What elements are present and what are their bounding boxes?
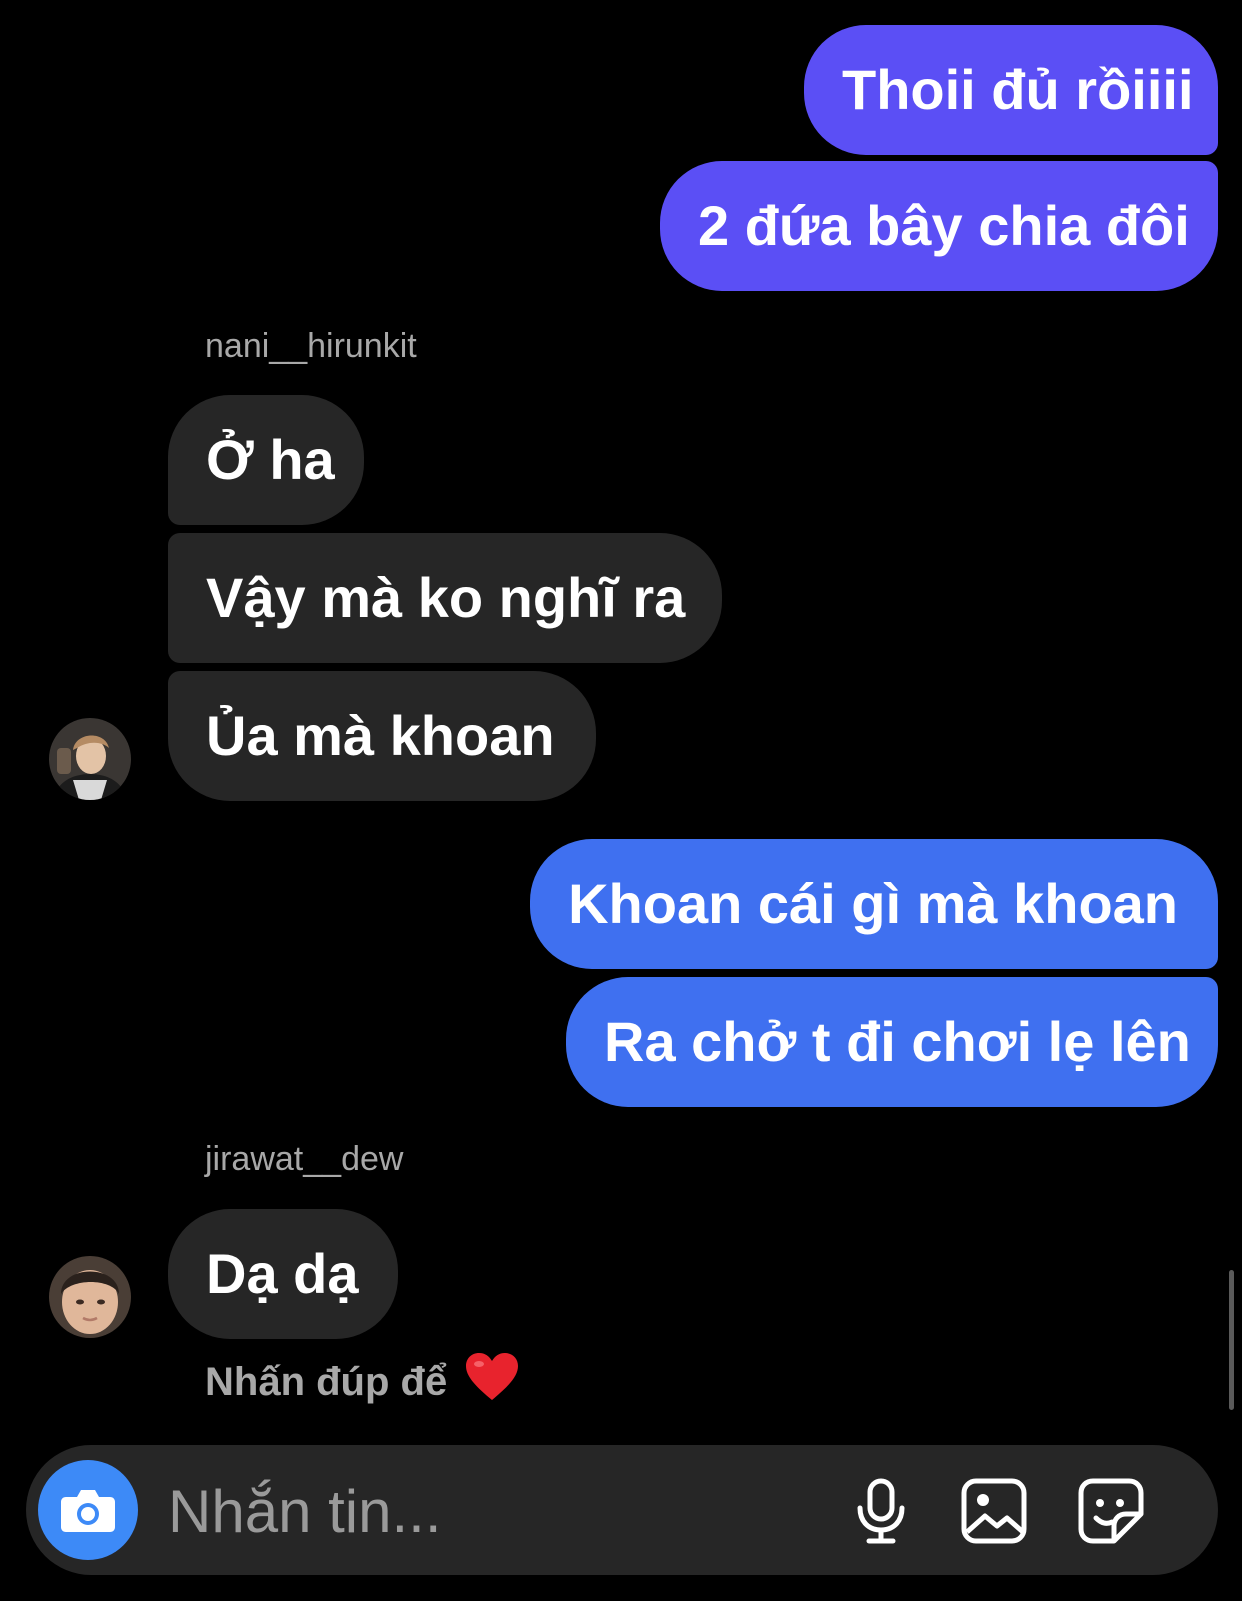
sent-message-bubble[interactable]: Ra chở t đi chơi lẹ lên (566, 977, 1218, 1107)
message-text: Dạ dạ (206, 1242, 359, 1305)
received-message-bubble[interactable]: Vậy mà ko nghĩ ra (168, 533, 722, 663)
camera-button[interactable] (38, 1460, 138, 1560)
sender-name: jirawat__dew (205, 1140, 404, 1178)
sent-message-bubble[interactable]: Thoii đủ rồiiii (804, 25, 1218, 155)
camera-icon (61, 1490, 115, 1532)
message-text: Ra chở t đi chơi lẹ lên (604, 1010, 1191, 1073)
avatar[interactable] (49, 718, 131, 800)
message-text: Vậy mà ko nghĩ ra (206, 566, 686, 629)
message-input[interactable] (168, 1473, 808, 1549)
sticker-icon (1078, 1478, 1144, 1544)
message-text: Khoan cái gì mà khoan (568, 872, 1178, 935)
sent-message-bubble[interactable]: Khoan cái gì mà khoan (530, 839, 1218, 969)
received-message-bubble[interactable]: Dạ dạ (168, 1209, 398, 1339)
microphone-icon (857, 1478, 905, 1544)
hint-text: Nhấn đúp để (205, 1359, 448, 1404)
microphone-button[interactable] (848, 1478, 914, 1544)
message-text: 2 đứa bây chia đôi (698, 194, 1190, 257)
avatar-photo-icon (49, 718, 131, 800)
received-message-bubble[interactable]: Ủa mà khoan (168, 671, 596, 801)
message-text: Ở ha (206, 428, 335, 491)
avatar[interactable] (49, 1256, 131, 1338)
sent-message-bubble[interactable]: 2 đứa bây chia đôi (660, 161, 1218, 291)
message-composer (26, 1445, 1218, 1575)
double-tap-hint: Nhấn đúp để (205, 1352, 519, 1412)
heart-icon (465, 1352, 519, 1412)
received-message-bubble[interactable]: Ở ha (168, 395, 364, 525)
gallery-icon (961, 1478, 1027, 1544)
sender-name: nani__hirunkit (205, 327, 417, 365)
scrollbar[interactable] (1229, 1270, 1234, 1410)
avatar-photo-icon (49, 1256, 131, 1338)
gallery-button[interactable] (961, 1478, 1027, 1544)
sticker-button[interactable] (1078, 1478, 1144, 1544)
message-text: Ủa mà khoan (206, 704, 555, 767)
message-text: Thoii đủ rồiiii (842, 58, 1194, 121)
